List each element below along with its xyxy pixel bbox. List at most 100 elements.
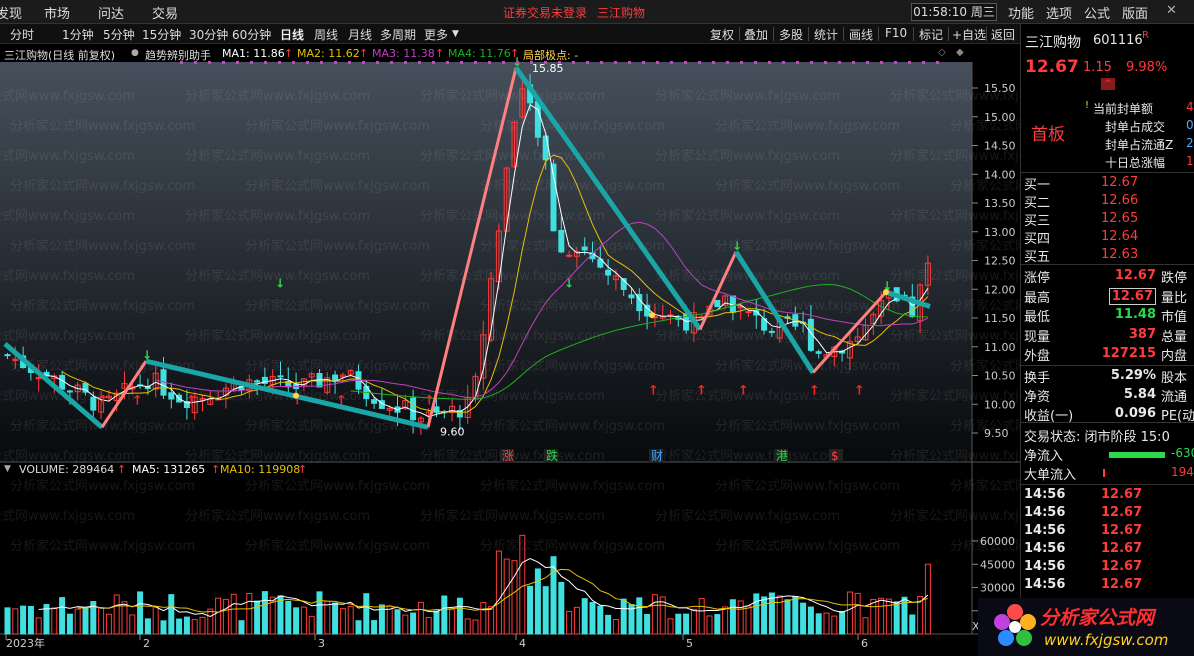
volume-bar <box>261 591 268 635</box>
btn-add-watchlist[interactable]: +自选 <box>952 26 986 43</box>
watermark-text: 分析家公式网www.fxjgsw.com <box>0 328 135 344</box>
menu-options[interactable]: 选项 <box>1046 3 1072 22</box>
seal-value-1: 0.1 <box>1186 118 1194 132</box>
volume-bar <box>644 614 651 635</box>
event-label: $ <box>831 449 839 463</box>
bid-price[interactable]: 12.65 <box>1101 211 1138 226</box>
menu-trade[interactable]: 交易 <box>152 3 178 22</box>
stat-label: 现量 <box>1024 329 1051 345</box>
volume-bar <box>285 600 292 635</box>
settings-circle-icon[interactable]: ● <box>131 48 139 58</box>
bid-price[interactable]: 12.63 <box>1101 247 1138 262</box>
watermark-text: 分析家公式网www.fxjgsw.com <box>185 148 370 164</box>
stat-label: 最低 <box>1024 310 1051 325</box>
btn-restore-rights[interactable]: 复权 <box>710 26 734 43</box>
volume-bar <box>4 607 11 635</box>
tab-more[interactable]: 更多 <box>424 26 448 43</box>
date-tick-label: 6 <box>861 637 868 650</box>
tab-multi-period[interactable]: 多周期 <box>380 26 416 43</box>
tab-60min[interactable]: 60分钟 <box>232 26 271 43</box>
tick-price: 12.67 <box>1101 505 1143 520</box>
watermark-text: 分析家公式网www.fxjgsw.com <box>420 268 605 284</box>
price-tick-label: 12.50 <box>984 255 1016 268</box>
up-arrow-icon: ↑ <box>284 47 294 60</box>
volume-bar <box>168 594 175 635</box>
watermark-text: 分析家公式网www.fxjgsw.com <box>10 178 195 194</box>
chevron-down-icon[interactable]: ▼ <box>4 464 11 474</box>
buy-arrow-icon: ↑ <box>336 393 347 408</box>
candle-body <box>768 330 775 333</box>
tab-15min[interactable]: 15分钟 <box>142 26 181 43</box>
bid-price[interactable]: 12.64 <box>1101 229 1138 244</box>
quote-panel: 三江购物 601116 R 12.67 1.15 9.98% ^ 首板 ! 当前… <box>1020 24 1194 656</box>
bid-price[interactable]: 12.67 <box>1101 175 1138 190</box>
vol-ma10-value: MA10: 119908 <box>220 463 301 476</box>
tab-monthly[interactable]: 月线 <box>348 26 372 43</box>
watermark-text: 分析家公式网www.fxjgsw.com <box>245 538 430 554</box>
volume-bar <box>176 618 183 635</box>
bulb-icon: ! <box>1085 100 1090 111</box>
watermark-text: 分析家公式网www.fxjgsw.com <box>715 418 900 434</box>
watermark-text: 分析家公式网www.fxjgsw.com <box>715 478 900 494</box>
bigflow-value: 194 <box>1171 465 1194 479</box>
seal-label-1: 封单占成交 <box>1105 120 1166 134</box>
btn-draw-line[interactable]: 画线 <box>849 26 873 43</box>
menu-market[interactable]: 市场 <box>44 3 70 22</box>
menu-function[interactable]: 功能 <box>1008 3 1034 22</box>
btn-mark[interactable]: 标记 <box>919 26 943 43</box>
btn-multi-stock[interactable]: 多股 <box>779 26 803 43</box>
quote-stock-code: 601116 <box>1093 33 1143 48</box>
buy-arrow-icon: ↑ <box>809 383 820 398</box>
volume-bar <box>332 602 339 635</box>
watermark-text: 分析家公式网www.fxjgsw.com <box>0 88 135 104</box>
collapse-icon[interactable]: ◇ <box>938 47 946 58</box>
chevron-down-icon[interactable]: ▼ <box>452 29 459 39</box>
tab-1min[interactable]: 1分钟 <box>62 26 94 43</box>
settings-icon[interactable]: ◆ <box>956 47 964 58</box>
watermark-text: 分析家公式网www.fxjgsw.com <box>655 508 840 524</box>
volume-bar <box>839 610 846 635</box>
tab-daily[interactable]: 日线 <box>280 26 304 43</box>
tab-5min[interactable]: 5分钟 <box>103 26 135 43</box>
seal-label-2: 封单占流通Z <box>1105 138 1174 152</box>
expand-chevron-icon[interactable]: ^ <box>1101 78 1115 90</box>
btn-overlay[interactable]: 叠加 <box>744 26 768 43</box>
quote-flag: R <box>1142 30 1149 41</box>
kline-chart[interactable]: 15.5015.0014.5014.0013.5013.0012.5012.00… <box>0 44 1020 656</box>
seal-label-0: 当前封单额 <box>1093 102 1154 116</box>
btn-statistics[interactable]: 统计 <box>814 26 838 43</box>
login-status[interactable]: 证券交易未登录 <box>503 4 587 21</box>
watermark-text: 分析家公式网www.fxjgsw.com <box>890 208 1020 224</box>
menu-discover[interactable]: 发现 <box>0 3 22 22</box>
trade-state: 交易状态: 闭市阶段 15:0 <box>1024 430 1170 445</box>
btn-back[interactable]: 返回 <box>991 26 1015 43</box>
menu-formula[interactable]: 公式 <box>1084 3 1110 22</box>
low-annotation: 9.60 <box>440 425 465 438</box>
watermark-text: 分析家公式网www.fxjgsw.com <box>715 178 900 194</box>
volume-bar <box>137 591 144 635</box>
watermark-text: 分析家公式网www.fxjgsw.com <box>950 118 1020 134</box>
watermark-text: 分析家公式网www.fxjgsw.com <box>655 208 840 224</box>
watermark-text: 分析家公式网www.fxjgsw.com <box>0 508 135 524</box>
close-icon[interactable]: ✕ <box>1166 3 1177 18</box>
fund-label-2: 股本 <box>1161 371 1188 386</box>
indicator-name[interactable]: 趋势辨别助手 <box>145 47 211 63</box>
volume-bar <box>410 612 417 635</box>
btn-f10[interactable]: F10 <box>885 26 907 40</box>
watermark-text: 分析家公式网www.fxjgsw.com <box>245 298 430 314</box>
menu-ask[interactable]: 问达 <box>98 3 124 22</box>
chart-title: 三江购物(日线 前复权) <box>4 49 116 62</box>
bid-price[interactable]: 12.66 <box>1101 193 1138 208</box>
ma4-value: MA4: 11.76 <box>448 47 511 60</box>
extreme-dot <box>293 392 299 399</box>
tab-minute[interactable]: 分时 <box>10 26 34 43</box>
volume-bar <box>433 610 440 635</box>
stat-label-2: 量比 <box>1161 290 1188 306</box>
tab-weekly[interactable]: 周线 <box>314 26 338 43</box>
menu-layout[interactable]: 版面 <box>1122 3 1148 22</box>
watermark-text: 分析家公式网www.fxjgsw.com <box>890 268 1020 284</box>
up-arrow-icon: ↑ <box>117 463 127 476</box>
tab-30min[interactable]: 30分钟 <box>189 26 228 43</box>
stat-label-2: 总量 <box>1161 329 1188 345</box>
fund-value: 5.29% <box>1110 368 1156 383</box>
